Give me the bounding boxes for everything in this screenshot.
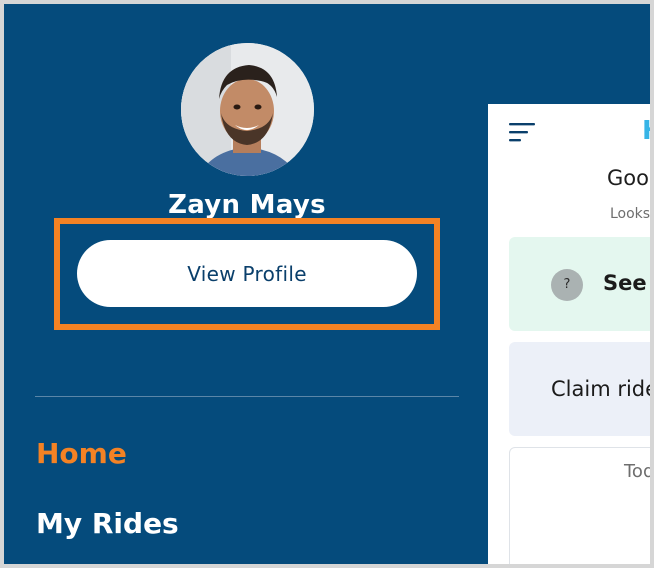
subtext: Looks [610,206,651,222]
question-mark-icon: ? [551,269,583,301]
greeting-text: Good [607,166,650,190]
divider [35,396,459,397]
logo-fragment: H [642,116,650,146]
nav-item-my-rides[interactable]: My Rides [36,507,179,540]
claim-ride-card[interactable]: Claim ride [509,342,654,436]
help-card[interactable]: ? See h [509,237,650,331]
app-frame: Zayn Mays View Profile Home My Rides H G… [0,0,654,568]
main-screen-preview: H Good Looks ? See h Claim ride Tod [488,104,654,564]
help-card-label: See h [603,271,650,295]
hamburger-menu-icon[interactable] [509,121,535,147]
today-label: Tod [624,461,654,482]
view-profile-button[interactable]: View Profile [77,240,417,307]
avatar-photo [181,43,314,176]
user-name: Zayn Mays [168,190,326,218]
nav-item-home[interactable]: Home [36,437,127,470]
claim-ride-label: Claim ride [551,377,654,401]
today-card: Tod [509,447,654,564]
avatar[interactable] [181,43,314,176]
